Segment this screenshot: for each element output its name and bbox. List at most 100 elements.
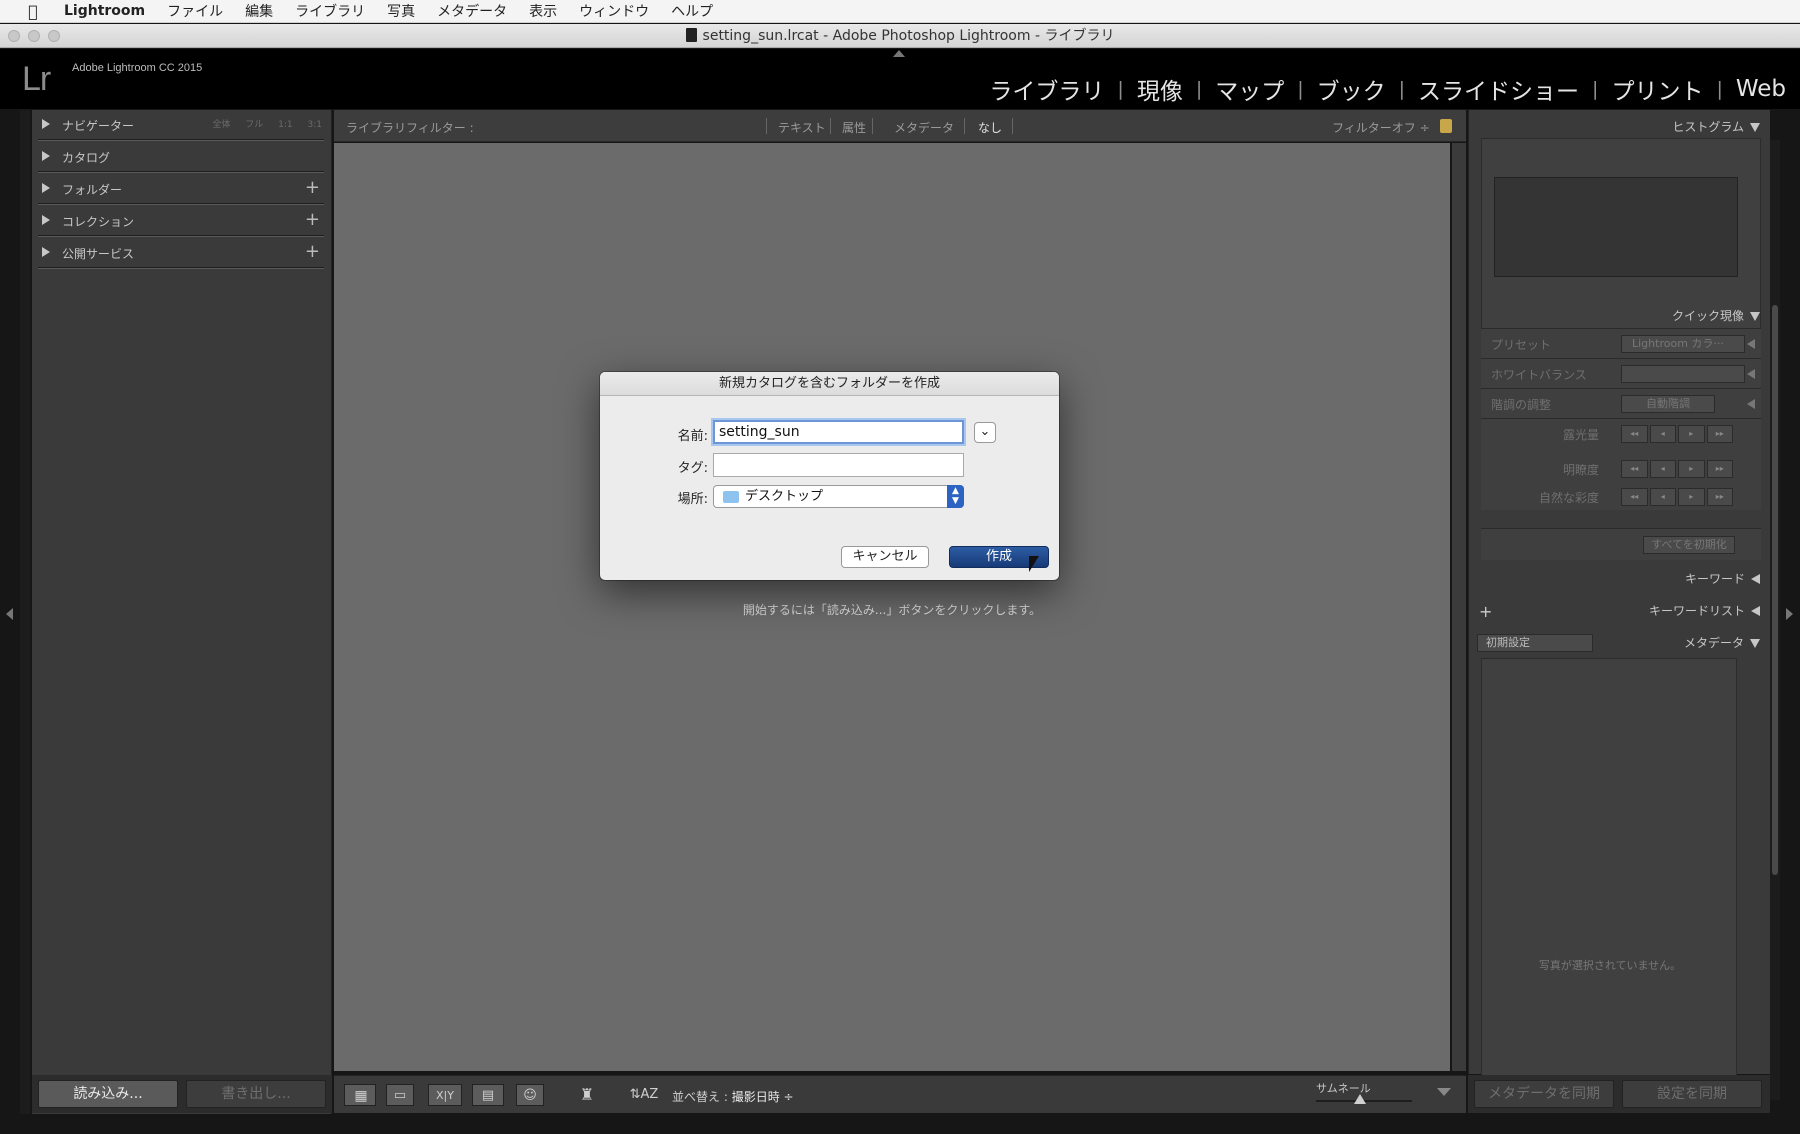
sync-settings-button[interactable]: 設定を同期 [1622, 1080, 1762, 1108]
import-button[interactable]: 読み込み... [38, 1080, 178, 1108]
slider-knob-icon[interactable] [1354, 1094, 1366, 1104]
mouse-pointer-icon [1029, 556, 1039, 572]
add-publish-service-icon[interactable]: + [305, 241, 320, 262]
survey-view-icon[interactable]: ▤ [472, 1084, 504, 1106]
auto-tone-button[interactable]: 自動階調 [1621, 395, 1715, 413]
expand-arrow-icon[interactable] [1747, 399, 1755, 409]
collapse-triangle-icon [1750, 639, 1760, 648]
add-collection-icon[interactable]: + [305, 209, 320, 230]
sort-control[interactable]: 並べ替え : 撮影日時 ÷ [672, 1088, 794, 1105]
vibrance-row: 自然な彩度 ◂◂ ◂ ▸ ▸▸ [1481, 482, 1761, 510]
minimize-window-button[interactable] [28, 30, 40, 42]
dialog-title: 新規カタログを含むフォルダーを作成 [600, 372, 1059, 396]
menu-item-view[interactable]: 表示 [518, 1, 568, 21]
catalog-name-input[interactable]: setting_sun [713, 420, 964, 444]
module-slideshow[interactable]: スライドショー [1418, 72, 1579, 106]
catalog-panel-header[interactable]: カタログ [32, 142, 330, 174]
module-print[interactable]: プリント [1611, 72, 1703, 106]
module-library[interactable]: ライブラリ [989, 72, 1104, 106]
preset-select[interactable]: Lightroom カラ··· [1621, 335, 1745, 353]
module-web[interactable]: Web [1736, 76, 1786, 102]
publish-services-panel-header[interactable]: 公開サービス + [32, 238, 330, 270]
library-filter-label: ライブラリフィルター : [346, 121, 474, 135]
location-select[interactable]: デスクトップ ▲ ▼ [713, 485, 964, 508]
right-panel-scrollbar[interactable] [1770, 140, 1780, 1100]
navigator-zoom-options[interactable]: 全体 フル 1:1 3:1 [212, 117, 322, 130]
tone-control-row: 階調の調整 自動階調 [1481, 388, 1761, 418]
keyword-list-panel-header[interactable]: キーワードリスト [1649, 602, 1760, 619]
sort-direction-icon[interactable]: ⇅AZ [624, 1084, 664, 1106]
expand-chevron-icon[interactable]: ⌄ [974, 422, 996, 443]
grid-view-icon[interactable]: ▦ [344, 1084, 376, 1106]
compare-view-icon[interactable]: X|Y [428, 1084, 462, 1106]
menu-item-edit[interactable]: 編集 [234, 1, 284, 21]
reset-all-button[interactable]: すべてを初期化 [1643, 536, 1735, 554]
white-balance-row: ホワイトバランス [1481, 358, 1761, 388]
people-view-icon[interactable]: ☺ [516, 1084, 544, 1106]
collapse-triangle-icon [1750, 123, 1760, 132]
add-keyword-icon[interactable]: + [1479, 602, 1492, 621]
left-panel-scrollbar[interactable] [20, 110, 30, 1114]
window-title-bar: setting_sun.lrcat - Adobe Photoshop Ligh… [0, 24, 1800, 48]
lock-icon[interactable] [1440, 119, 1452, 133]
right-panel-toggle-icon[interactable] [1786, 608, 1793, 620]
loupe-view-icon[interactable]: ▭ [386, 1084, 414, 1106]
metadata-preset-select[interactable]: 初期設定 [1477, 634, 1593, 652]
name-label: 名前: [677, 429, 708, 444]
apple-icon[interactable]:  [18, 0, 48, 23]
exposure-steppers[interactable]: ◂◂ ◂ ▸ ▸▸ [1621, 425, 1733, 443]
collections-panel-header[interactable]: コレクション + [32, 206, 330, 238]
export-button[interactable]: 書き出し... [186, 1080, 326, 1108]
histogram-panel-header[interactable]: ヒストグラム [1672, 118, 1760, 135]
module-book[interactable]: ブック [1317, 72, 1386, 106]
toolbar-options-chevron-icon[interactable] [1437, 1088, 1451, 1096]
filter-text-tab[interactable]: テキスト [778, 119, 826, 136]
cancel-button[interactable]: キャンセル [841, 546, 929, 568]
left-panel-toggle-icon[interactable] [6, 608, 13, 620]
close-window-button[interactable] [8, 30, 20, 42]
keywording-panel-header[interactable]: キーワード [1685, 570, 1760, 587]
filter-metadata-tab[interactable]: メタデータ [894, 119, 954, 136]
clarity-steppers[interactable]: ◂◂ ◂ ▸ ▸▸ [1621, 460, 1733, 478]
filter-attribute-tab[interactable]: 属性 [842, 119, 866, 136]
filter-presets-dropdown[interactable]: フィルターオフ ÷ [1332, 119, 1430, 136]
tag-input[interactable] [713, 453, 964, 477]
sync-metadata-button[interactable]: メタデータを同期 [1474, 1080, 1614, 1108]
metadata-panel-header[interactable]: メタデータ [1684, 634, 1760, 651]
menu-item-file[interactable]: ファイル [156, 1, 234, 21]
expand-triangle-icon [1751, 574, 1760, 584]
top-panel-toggle-icon[interactable] [893, 50, 905, 57]
quick-develop-panel-header[interactable]: クイック現像 [1672, 307, 1760, 324]
navigator-panel-header[interactable]: ナビゲーター 全体 フル 1:1 3:1 [32, 110, 330, 142]
menu-item-metadata[interactable]: メタデータ [426, 1, 518, 21]
menu-item-photo[interactable]: 写真 [376, 1, 426, 21]
new-catalog-dialog: 新規カタログを含むフォルダーを作成 名前: setting_sun ⌄ タグ: … [600, 372, 1059, 580]
left-panel: ナビゲーター 全体 フル 1:1 3:1 カタログ フォルダー + コレクション… [32, 110, 332, 1114]
module-map[interactable]: マップ [1215, 72, 1284, 106]
expand-arrow-icon[interactable] [1747, 369, 1755, 379]
left-panel-footer: 読み込み... 書き出し... [32, 1075, 332, 1113]
expand-triangle-icon [42, 247, 50, 257]
menu-item-library[interactable]: ライブラリ [284, 1, 376, 21]
expand-arrow-icon[interactable] [1747, 339, 1755, 349]
toolbar: ▦ ▭ X|Y ▤ ☺ ♜ ⇅AZ 並べ替え : 撮影日時 ÷ サムネール [334, 1075, 1466, 1113]
module-develop[interactable]: 現像 [1137, 72, 1183, 106]
spray-can-icon[interactable]: ♜ [576, 1084, 598, 1106]
menu-item-lightroom[interactable]: Lightroom [48, 3, 156, 19]
product-name: Adobe Lightroom CC 2015 [72, 62, 203, 74]
exposure-row: 露光量 ◂◂ ◂ ▸ ▸▸ [1481, 418, 1761, 454]
select-stepper-icon[interactable]: ▲ ▼ [947, 485, 964, 508]
white-balance-select[interactable] [1621, 365, 1745, 383]
menu-item-window[interactable]: ウィンドウ [568, 1, 660, 21]
vibrance-steppers[interactable]: ◂◂ ◂ ▸ ▸▸ [1621, 488, 1733, 506]
expand-triangle-icon [42, 215, 50, 225]
grid-scrollbar[interactable] [1452, 143, 1466, 1071]
module-picker: ライブラリ | 現像 | マップ | ブック | スライドショー | プリント | Web [989, 72, 1786, 106]
zoom-window-button[interactable] [48, 30, 60, 42]
filter-none-tab[interactable]: なし [978, 119, 1002, 136]
folders-panel-header[interactable]: フォルダー + [32, 174, 330, 206]
empty-catalog-hint: 開始するには「読み込み...」ボタンをクリックします。 [742, 603, 1042, 617]
add-folder-icon[interactable]: + [305, 177, 320, 198]
menu-item-help[interactable]: ヘルプ [660, 1, 724, 21]
scrollbar-thumb[interactable] [1772, 305, 1778, 875]
